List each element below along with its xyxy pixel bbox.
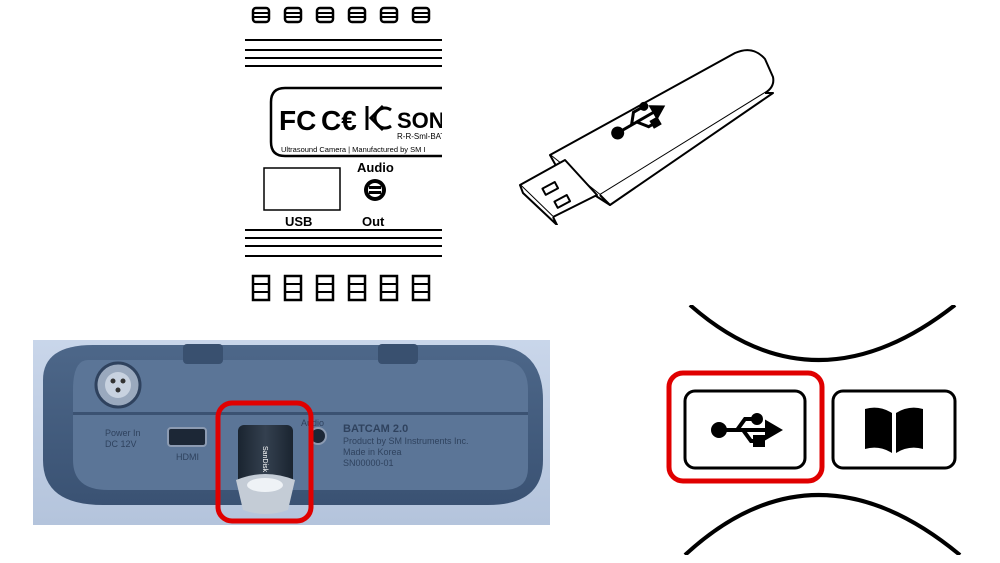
audio-jack-icon bbox=[364, 179, 386, 201]
audio-label-top: Audio bbox=[357, 160, 394, 175]
device-photo: Power In DC 12V HDMI SanDisk Audio BATCA… bbox=[33, 340, 550, 525]
kc-mark-icon bbox=[365, 104, 392, 132]
manual-button[interactable] bbox=[831, 389, 957, 470]
usb-port bbox=[263, 167, 341, 211]
stick-brand: SanDisk bbox=[261, 446, 268, 473]
fc-mark-icon: FC bbox=[279, 105, 316, 136]
ui-button-panel bbox=[665, 305, 965, 555]
audio-label-bottom: Out bbox=[362, 214, 385, 229]
product-info-4: SN00000-01 bbox=[343, 458, 394, 468]
model-code: R-R-Sml-BAT bbox=[397, 132, 442, 141]
dial-arc-top bbox=[688, 305, 957, 362]
ce-mark-icon: C€ bbox=[321, 105, 357, 136]
power-label-2: DC 12V bbox=[105, 439, 137, 449]
usb-button[interactable] bbox=[683, 389, 807, 470]
power-connector bbox=[94, 361, 142, 409]
label-description: Ultrasound Camera | Manufactured by SM I bbox=[281, 145, 426, 154]
dial-arc-bottom bbox=[683, 493, 962, 555]
product-info-2: Product by SM Instruments Inc. bbox=[343, 436, 469, 446]
hdmi-label: HDMI bbox=[176, 452, 199, 462]
usb-port-label: USB bbox=[285, 214, 312, 229]
device-label-drawing: FC C€ SONA R-R-Sml-BAT Ultrasound Camera… bbox=[245, 0, 442, 303]
product-info-3: Made in Korea bbox=[343, 447, 402, 457]
usb-stick-illustration bbox=[515, 45, 785, 225]
power-label-1: Power In bbox=[105, 428, 141, 438]
brand-name: SONA bbox=[397, 108, 442, 133]
product-info-1: BATCAM 2.0 bbox=[343, 423, 408, 435]
usb-stick-photo: SanDisk bbox=[236, 425, 295, 514]
hdmi-port bbox=[167, 427, 207, 447]
